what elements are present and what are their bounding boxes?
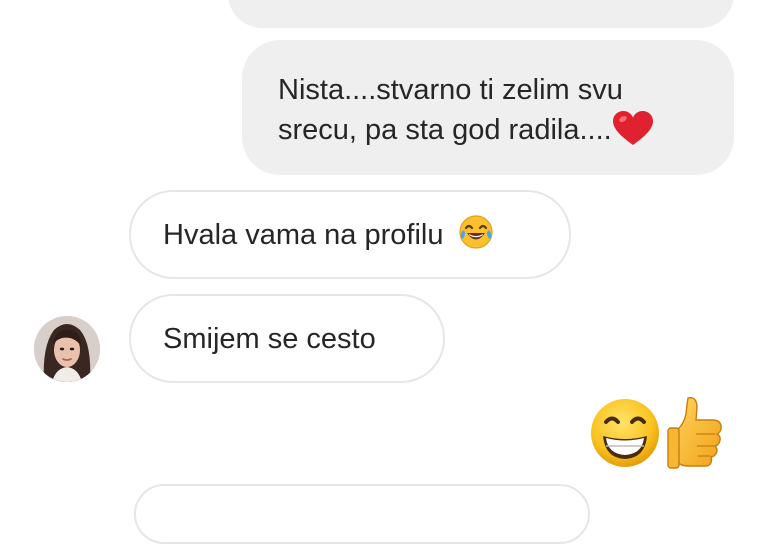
message-text: Hvala vama na profilu <box>163 219 444 251</box>
grinning-face-icon <box>591 399 659 467</box>
tears-of-joy-icon <box>458 215 493 249</box>
message-text: Smijem se cesto <box>163 323 376 355</box>
message-text: Nista....stvarno ti zelim svu <box>278 74 623 106</box>
avatar[interactable] <box>34 316 100 382</box>
message-bubble-received[interactable] <box>134 484 590 544</box>
contact-avatar-icon <box>34 316 100 382</box>
thumbs-up-icon <box>667 396 722 469</box>
message-bubble-received[interactable]: Hvala vama na profilu <box>129 190 571 279</box>
message-text-line: srecu, pa sta god radila.... <box>278 110 698 150</box>
message-bubble-sent[interactable] <box>228 0 734 28</box>
message-bubble-sent[interactable]: Nista....stvarno ti zelim svu srecu, pa … <box>242 40 734 175</box>
red-heart-icon <box>612 111 653 145</box>
message-text: srecu, pa sta god radila.... <box>278 114 612 146</box>
message-bubble-received[interactable]: Smijem se cesto <box>129 294 445 383</box>
